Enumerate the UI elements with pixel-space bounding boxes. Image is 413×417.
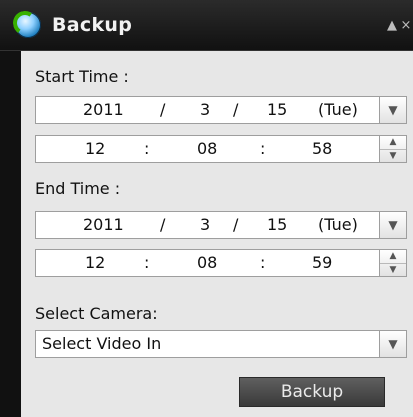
end-time-field[interactable]: 12 : 08 : 59 bbox=[35, 249, 385, 277]
end-year: 2011 bbox=[83, 215, 124, 234]
start-weekday: (Tue) bbox=[318, 100, 358, 119]
start-minute: 08 bbox=[197, 139, 218, 158]
backup-window: Backup ▲ × Start Time : 2011 / 3 / 15 (Tu… bbox=[0, 0, 413, 417]
start-day: 15 bbox=[267, 100, 288, 119]
close-icon[interactable]: × bbox=[399, 18, 413, 33]
camera-dropdown-button[interactable]: ▼ bbox=[379, 330, 407, 358]
start-date-separator: / bbox=[233, 100, 239, 119]
title-bar: Backup ▲ × bbox=[0, 0, 413, 51]
start-month: 3 bbox=[200, 100, 211, 119]
chevron-down-icon: ▼ bbox=[388, 103, 398, 117]
spinner-down-icon[interactable]: ▼ bbox=[380, 264, 406, 276]
end-time-separator: : bbox=[144, 253, 150, 272]
backup-app-icon bbox=[11, 9, 41, 38]
start-second: 58 bbox=[312, 139, 333, 158]
start-date-dropdown-button[interactable]: ▼ bbox=[379, 96, 407, 124]
window-title: Backup bbox=[52, 14, 133, 36]
end-hour: 12 bbox=[85, 253, 106, 272]
end-date-separator: / bbox=[160, 215, 166, 234]
end-weekday: (Tue) bbox=[318, 215, 358, 234]
end-date-field[interactable]: 2011 / 3 / 15 (Tue) bbox=[35, 211, 385, 239]
end-time-label: End Time : bbox=[35, 179, 121, 198]
start-time-label: Start Time : bbox=[35, 67, 129, 86]
start-time-field[interactable]: 12 : 08 : 58 bbox=[35, 135, 385, 163]
start-year: 2011 bbox=[83, 100, 124, 119]
end-day: 15 bbox=[267, 215, 288, 234]
spinner-down-icon[interactable]: ▼ bbox=[380, 150, 406, 162]
start-date-separator: / bbox=[160, 100, 166, 119]
end-date-dropdown-button[interactable]: ▼ bbox=[379, 211, 407, 239]
start-time-separator: : bbox=[144, 139, 150, 158]
start-time-spinner[interactable]: ▲ ▼ bbox=[379, 135, 407, 163]
camera-select[interactable]: Select Video In bbox=[35, 330, 385, 358]
end-time-separator: : bbox=[260, 253, 266, 272]
collapse-icon[interactable]: ▲ bbox=[385, 18, 399, 33]
spinner-up-icon[interactable]: ▲ bbox=[380, 250, 406, 264]
backup-panel: Start Time : 2011 / 3 / 15 (Tue) ▼ 12 : … bbox=[21, 51, 413, 417]
end-minute: 08 bbox=[197, 253, 218, 272]
end-date-separator: / bbox=[233, 215, 239, 234]
end-time-spinner[interactable]: ▲ ▼ bbox=[379, 249, 407, 277]
backup-button[interactable]: Backup bbox=[239, 377, 385, 407]
select-camera-label: Select Camera: bbox=[35, 304, 158, 323]
start-hour: 12 bbox=[85, 139, 106, 158]
start-date-field[interactable]: 2011 / 3 / 15 (Tue) bbox=[35, 96, 385, 124]
chevron-down-icon: ▼ bbox=[388, 218, 398, 232]
window-controls: ▲ × bbox=[385, 18, 413, 33]
camera-select-value: Select Video In bbox=[42, 334, 162, 353]
spinner-up-icon[interactable]: ▲ bbox=[380, 136, 406, 150]
end-second: 59 bbox=[312, 253, 333, 272]
end-month: 3 bbox=[200, 215, 211, 234]
chevron-down-icon: ▼ bbox=[388, 337, 398, 351]
start-time-separator: : bbox=[260, 139, 266, 158]
